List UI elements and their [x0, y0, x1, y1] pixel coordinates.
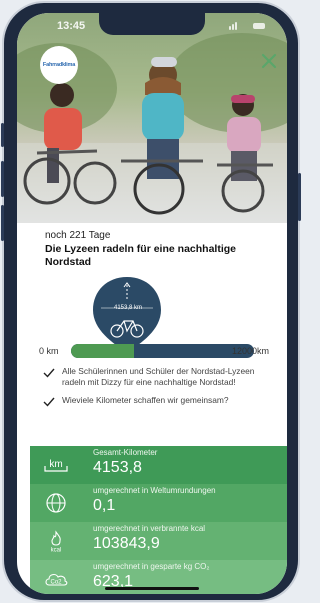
app-logo: Fahrradklima [40, 46, 78, 84]
progress-track [71, 344, 254, 358]
phone-frame: 13:45 Fahrradklima noch 221 Tage Die Lyz… [1, 3, 301, 600]
stat-label: umgerechnet in Weltumrundungen [93, 486, 216, 495]
list-item: Alle Schülerinnen und Schüler der Nordst… [43, 366, 275, 387]
challenge-heading: noch 221 Tage Die Lyzeen radeln für eine… [45, 230, 270, 269]
progress-fill [71, 344, 135, 358]
status-time: 13:45 [57, 20, 86, 32]
progress-section: 4153,8 km 0 km 12000km [33, 269, 287, 369]
stat-label: Gesamt-Kilometer [93, 448, 158, 457]
svg-text:kcal: kcal [51, 548, 62, 553]
stat-row-kcal: kcal umgerechnet in verbrannte kcal 1038… [30, 522, 287, 560]
check-icon [43, 397, 55, 407]
globe-icon [46, 493, 66, 513]
logo-text: Fahrradklima [42, 62, 76, 68]
stat-label: umgerechnet in verbrannte kcal [93, 524, 206, 533]
list-item-text: Alle Schülerinnen und Schüler der Nordst… [62, 366, 255, 387]
close-icon[interactable] [259, 51, 279, 71]
flame-icon: kcal [51, 530, 62, 553]
stat-value: 0,1 [93, 497, 116, 514]
progress-end-label: 12000km [231, 346, 269, 356]
info-list: Alle Schülerinnen und Schüler der Nordst… [43, 366, 275, 415]
side-button [1, 205, 4, 241]
app-screen: 13:45 Fahrradklima noch 221 Tage Die Lyz… [17, 13, 287, 594]
progress-start-label: 0 km [39, 346, 59, 356]
challenge-title: Die Lyzeen radeln für eine nachhaltige N… [45, 243, 236, 268]
list-item: Wieviele Kilometer schaffen wir gemeinsa… [43, 395, 275, 407]
stat-row-world-tours: umgerechnet in Weltumrundungen 0,1 [30, 484, 287, 522]
km-icon: km [44, 459, 68, 472]
days-left: noch 221 Tage [45, 230, 111, 241]
progress-marker-pin [93, 277, 161, 353]
hero-photo [17, 13, 287, 223]
stat-value: 4153,8 [93, 459, 142, 476]
side-button [1, 123, 4, 147]
stats-list: km Gesamt-Kilometer 4153,8 umgerechnet i… [30, 446, 287, 594]
co2-icon: Co2 [45, 574, 68, 586]
svg-text:Co2: Co2 [50, 580, 62, 586]
list-item-text: Wieviele Kilometer schaffen wir gemeinsa… [62, 395, 229, 405]
notch [99, 13, 205, 35]
svg-text:km: km [49, 459, 62, 470]
home-indicator[interactable] [105, 587, 199, 590]
cyclists-illustration [17, 57, 287, 223]
stat-value: 103843,9 [93, 535, 160, 552]
status-icons [229, 22, 265, 30]
stat-label: umgerechnet in gesparte kg CO₂ [93, 562, 210, 571]
marker-label: 4153,8 km [113, 305, 143, 311]
side-button [1, 161, 4, 197]
stat-row-kilometers: km Gesamt-Kilometer 4153,8 [30, 446, 287, 484]
check-icon [43, 368, 55, 378]
side-button [298, 173, 301, 221]
